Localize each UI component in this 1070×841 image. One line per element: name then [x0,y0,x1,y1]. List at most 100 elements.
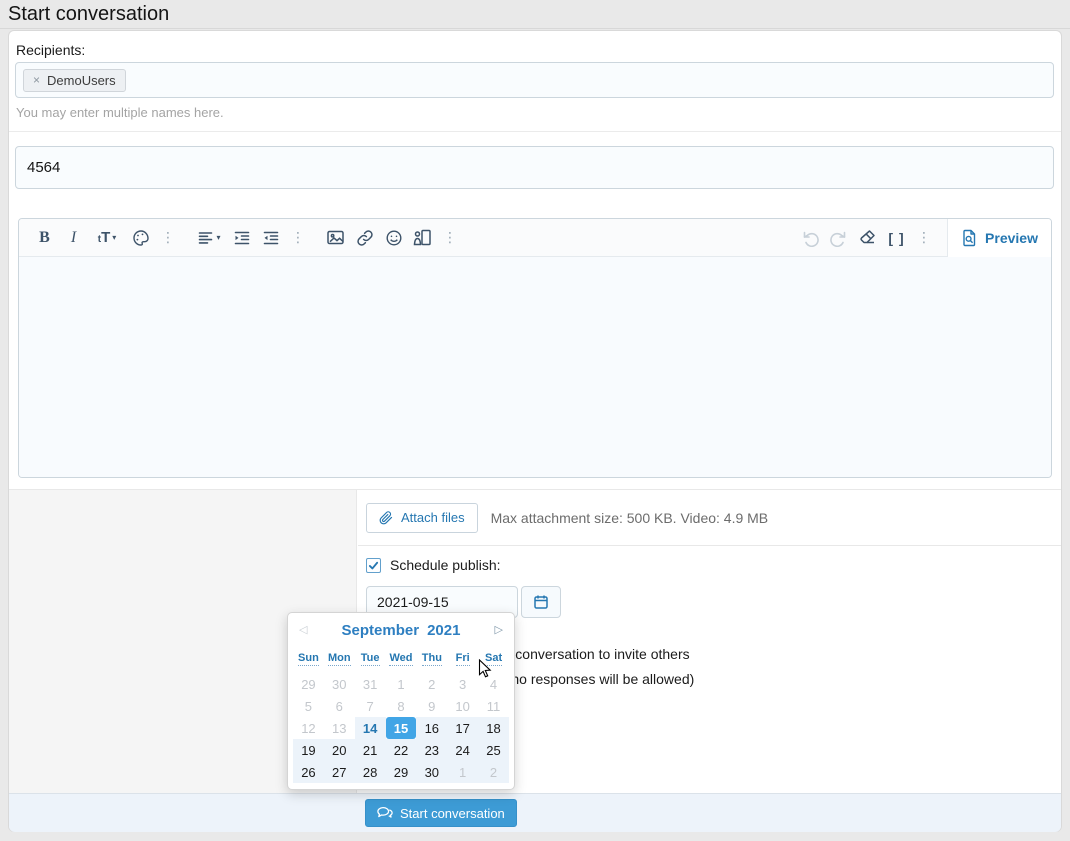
dow-sat[interactable]: Sat [485,652,502,666]
form-lower-section: Attach files Max attachment size: 500 KB… [9,489,1061,793]
more-text-options-button[interactable]: ⋮ [160,219,176,257]
calendar-day[interactable]: 21 [355,739,386,761]
recipient-tag: × DemoUsers [23,69,126,92]
italic-button[interactable]: I [59,219,88,257]
calendar-day: 13 [324,717,355,739]
calendar-day: 5 [293,695,324,717]
outdent-button[interactable] [256,219,285,257]
check-icon [368,560,379,571]
remove-formatting-button[interactable] [853,219,882,257]
recipients-input[interactable]: × DemoUsers [15,62,1054,98]
redo-icon [830,229,848,247]
calendar-day[interactable]: 30 [416,761,447,783]
text-color-button[interactable] [126,219,155,257]
dow-sun[interactable]: Sun [298,652,319,666]
date-picker-popup: ◁ ▷ September 2021 Sun Mon Tue Wed Thu F… [287,612,515,790]
toolbar-right-group: [ ] ⋮ Preview [795,219,1051,256]
chat-bubbles-icon [377,806,393,820]
start-conversation-form: Recipients: × DemoUsers You may enter mu… [8,30,1062,832]
calendar-day[interactable]: 24 [447,739,478,761]
undo-button[interactable] [795,219,824,257]
insert-media-button[interactable] [408,219,437,257]
toggle-bbcode-button[interactable]: [ ] [882,219,911,257]
more-paragraph-options-button[interactable]: ⋮ [290,219,306,257]
dow-wed[interactable]: Wed [389,652,412,666]
image-icon [326,228,345,247]
dow-mon[interactable]: Mon [328,652,351,666]
calendar-day[interactable]: 29 [386,761,417,783]
insert-image-button[interactable] [321,219,350,257]
start-conversation-page: Start conversation Recipients: × DemoUse… [0,0,1070,841]
calendar-title: September 2021 [288,622,514,639]
insert-link-button[interactable] [350,219,379,257]
dow-fri[interactable]: Fri [456,652,470,666]
dow-thu[interactable]: Thu [422,652,442,666]
calendar-day-headers: Sun Mon Tue Wed Thu Fri Sat [293,652,509,666]
calendar-day: 10 [447,695,478,717]
calendar-day[interactable]: 15 [386,717,417,739]
date-picker-button[interactable] [521,586,561,618]
calendar-day[interactable]: 19 [293,739,324,761]
calendar-day: 12 [293,717,324,739]
bold-button[interactable]: B [30,219,59,257]
calendar-day[interactable]: 28 [355,761,386,783]
align-button[interactable]: ▾ [191,219,227,257]
font-size-button[interactable]: tT ▾ [88,219,126,257]
calendar-day: 31 [355,673,386,695]
redo-button[interactable] [824,219,853,257]
toolbar-left-group: B I tT ▾ ⋮ [19,219,473,256]
more-insert-options-button[interactable]: ⋮ [442,219,458,257]
calendar-day: 1 [386,673,417,695]
calendar-day[interactable]: 17 [447,717,478,739]
calendar-day: 8 [386,695,417,717]
calendar-day: 3 [447,673,478,695]
align-icon [197,229,214,246]
submit-row: Start conversation [9,793,1061,832]
indent-button[interactable] [227,219,256,257]
calendar-day[interactable]: 26 [293,761,324,783]
preview-button[interactable]: Preview [947,219,1051,257]
editor-toolbar: B I tT ▾ ⋮ [19,219,1051,257]
schedule-publish-checkbox[interactable] [366,558,381,573]
outdent-icon [262,229,280,247]
schedule-publish-label: Schedule publish: [390,557,501,573]
attach-files-button[interactable]: Attach files [366,503,478,533]
start-conversation-button[interactable]: Start conversation [365,799,517,827]
dow-tue[interactable]: Tue [361,652,380,666]
emoji-button[interactable] [379,219,408,257]
attachments-row: Attach files Max attachment size: 500 KB… [358,490,1061,546]
undo-icon [801,229,819,247]
calendar-day[interactable]: 14 [355,717,386,739]
editor-content-area[interactable] [19,257,1051,477]
recipients-block: Recipients: × DemoUsers You may enter mu… [9,31,1061,132]
calendar-month: September [342,622,420,639]
calendar-day[interactable]: 22 [386,739,417,761]
recipients-help-text: You may enter multiple names here. [16,105,224,120]
schedule-publish-row: Schedule publish: [366,557,501,573]
remove-recipient-icon[interactable]: × [33,73,40,87]
calendar-day[interactable]: 27 [324,761,355,783]
conversation-title-input[interactable] [15,146,1054,189]
calendar-day: 7 [355,695,386,717]
chevron-down-icon: ▾ [216,233,220,242]
header-divider [0,28,1070,29]
paperclip-icon [379,511,393,525]
calendar-day[interactable]: 25 [478,739,509,761]
calendar-day: 29 [293,673,324,695]
preview-icon [961,229,978,247]
page-title: Start conversation [8,0,169,28]
recipients-label: Recipients: [16,42,85,58]
indent-icon [233,229,251,247]
calendar-day[interactable]: 23 [416,739,447,761]
preview-label: Preview [985,230,1038,246]
calendar-day: 2 [416,673,447,695]
more-tools-button[interactable]: ⋮ [916,219,932,257]
calendar-day[interactable]: 18 [478,717,509,739]
calendar-day: 30 [324,673,355,695]
chevron-down-icon: ▾ [112,233,116,242]
calendar-day[interactable]: 20 [324,739,355,761]
calendar-day[interactable]: 16 [416,717,447,739]
calendar-grid: 2930311234567891011121314151617181920212… [293,673,509,783]
recipient-tag-label: DemoUsers [47,73,116,88]
calendar-day: 1 [447,761,478,783]
